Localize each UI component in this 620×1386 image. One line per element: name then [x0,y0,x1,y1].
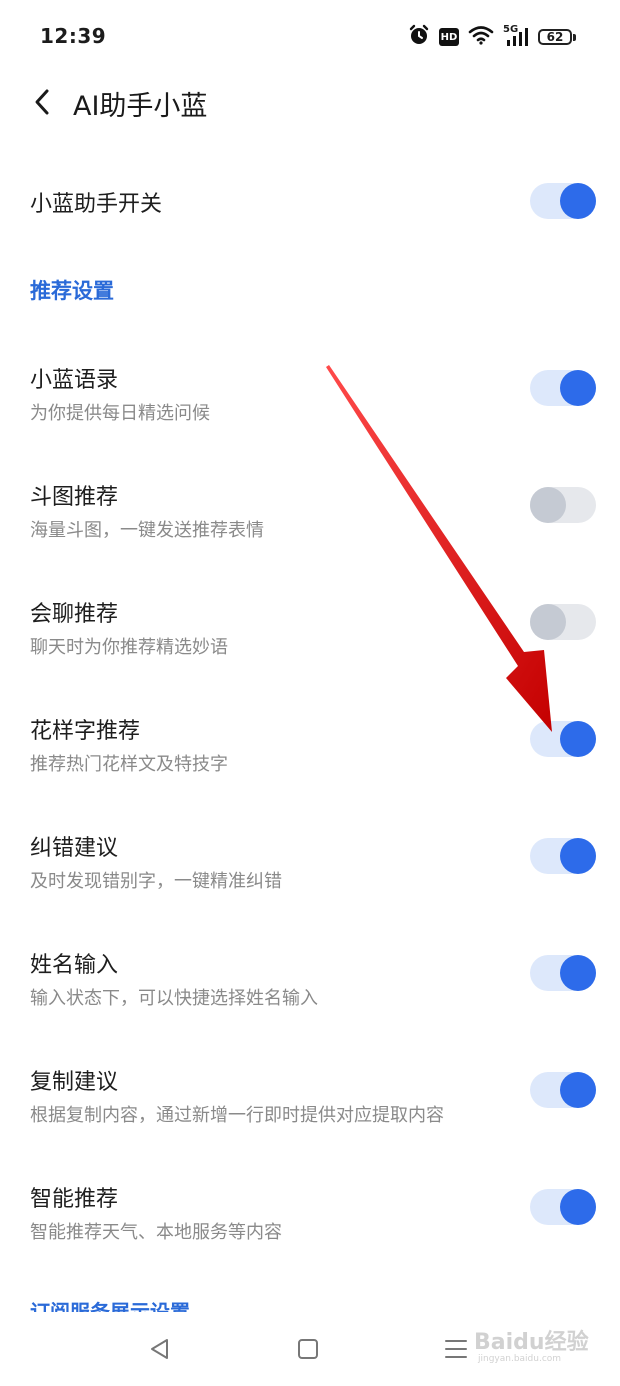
back-button[interactable] [22,82,62,122]
setting-title: 姓名输入 [30,953,119,978]
status-bar: 12:39 HD 5G 62 [0,0,620,74]
battery-icon: 62 [538,29,576,45]
nav-home-button[interactable] [291,1332,325,1366]
wifi-icon [468,25,494,49]
master-switch-toggle[interactable] [530,183,596,219]
alarm-icon [408,24,430,50]
setting-title: 纠错建议 [30,836,119,861]
setting-subtitle: 输入状态下，可以快捷选择姓名输入 [30,988,318,1009]
section-header-subscription: 订阅服务展示设置 [30,1300,190,1312]
setting-row-sticker-recommend[interactable]: 斗图推荐 海量斗图，一键发送推荐表情 [0,467,620,557]
setting-row-copy-suggest[interactable]: 复制建议 根据复制内容，通过新增一行即时提供对应提取内容 [0,1052,620,1142]
toggle-fancy-text[interactable] [530,721,596,757]
toggle-knob [530,487,566,523]
signal-5g-icon: 5G [503,24,529,48]
hd-icon: HD [439,28,459,46]
setting-title: 花样字推荐 [30,719,141,744]
back-triangle-icon [151,1339,168,1359]
master-switch-row[interactable]: 小蓝助手开关 [0,170,620,234]
setting-subtitle: 推荐热门花样文及特技字 [30,754,228,775]
status-icons: HD 5G 62 [408,24,576,50]
setting-title: 斗图推荐 [30,485,119,510]
setting-subtitle: 聊天时为你推荐精选妙语 [30,637,228,658]
baidu-watermark: Baidu经验 jingyan.baidu.com [474,1320,594,1370]
setting-row-xiaolan-quotes[interactable]: 小蓝语录 为你提供每日精选问候 [0,350,620,440]
toggle-copy-suggest[interactable] [530,1072,596,1108]
toggle-knob [560,183,596,219]
menu-lines-icon [445,1340,467,1358]
setting-subtitle: 及时发现错别字，一键精准纠错 [30,871,282,892]
toggle-xiaolan-quotes[interactable] [530,370,596,406]
toggle-sticker-recommend[interactable] [530,487,596,523]
toggle-chat-recommend[interactable] [530,604,596,640]
toggle-knob [530,604,566,640]
watermark-brand: Baidu经验 [474,1330,589,1355]
toggle-correction[interactable] [530,838,596,874]
section-header-recommend: 推荐设置 [30,279,114,303]
setting-title: 小蓝语录 [30,368,119,393]
section-header-subscription-clip: 订阅服务展示设置 [30,1296,270,1312]
status-time: 12:39 [40,24,107,48]
master-switch-label: 小蓝助手开关 [30,192,163,217]
setting-row-name-input[interactable]: 姓名输入 输入状态下，可以快捷选择姓名输入 [0,935,620,1025]
setting-subtitle: 为你提供每日精选问候 [30,403,210,424]
battery-level: 62 [538,29,572,45]
setting-title: 会聊推荐 [30,602,119,627]
nav-back-button[interactable] [143,1332,177,1366]
setting-row-chat-recommend[interactable]: 会聊推荐 聊天时为你推荐精选妙语 [0,584,620,674]
home-square-icon [298,1339,318,1359]
setting-title: 智能推荐 [30,1187,119,1212]
toggle-knob [560,1072,596,1108]
toggle-knob [560,370,596,406]
setting-row-fancy-text[interactable]: 花样字推荐 推荐热门花样文及特技字 [0,701,620,791]
page-title: AI助手小蓝 [73,91,208,122]
watermark-url: jingyan.baidu.com [478,1354,562,1364]
chevron-left-icon [35,89,49,115]
nav-menu-button[interactable] [439,1332,473,1366]
title-bar: AI助手小蓝 [0,74,620,130]
setting-row-smart-recommend[interactable]: 智能推荐 智能推荐天气、本地服务等内容 [0,1169,620,1259]
setting-subtitle: 智能推荐天气、本地服务等内容 [30,1222,282,1243]
setting-subtitle: 根据复制内容，通过新增一行即时提供对应提取内容 [30,1105,444,1126]
toggle-name-input[interactable] [530,955,596,991]
battery-tip [573,33,576,41]
setting-row-correction[interactable]: 纠错建议 及时发现错别字，一键精准纠错 [0,818,620,908]
setting-subtitle: 海量斗图，一键发送推荐表情 [30,520,264,541]
toggle-knob [560,838,596,874]
setting-title: 复制建议 [30,1070,119,1095]
toggle-knob [560,1189,596,1225]
toggle-knob [560,955,596,991]
toggle-knob [560,721,596,757]
toggle-smart-recommend[interactable] [530,1189,596,1225]
